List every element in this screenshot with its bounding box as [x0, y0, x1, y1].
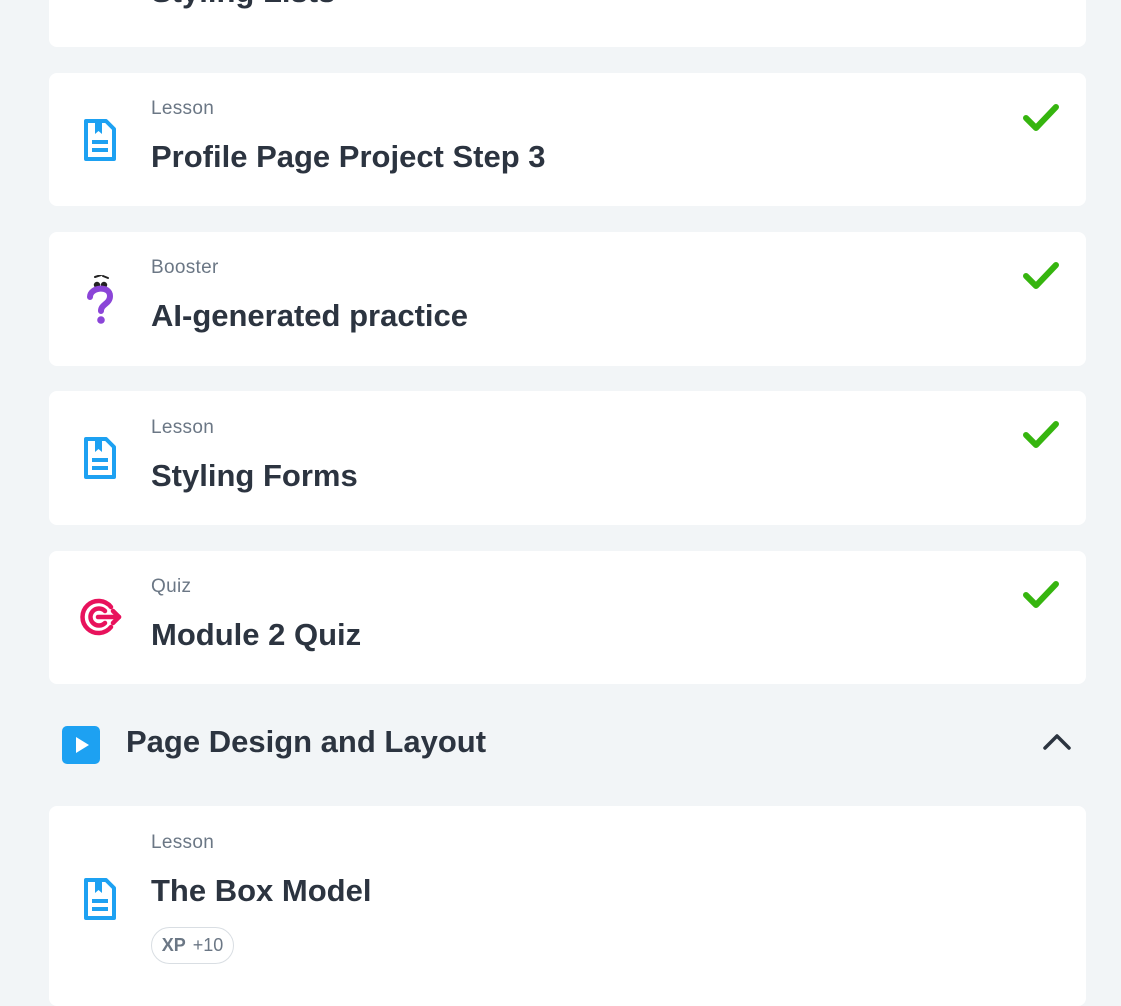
item-type: Quiz [151, 576, 192, 597]
play-icon [62, 726, 100, 769]
lesson-doc-icon [79, 118, 121, 167]
section-title: Page Design and Layout [126, 724, 487, 759]
item-title: Profile Page Project Step 3 [151, 139, 546, 174]
check-icon [1023, 420, 1059, 455]
check-icon [1023, 580, 1059, 615]
item-title: Module 2 Quiz [151, 617, 362, 652]
item-type: Booster [151, 257, 219, 278]
quiz-card[interactable]: Quiz Module 2 Quiz [49, 551, 1086, 684]
section-header[interactable]: Page Design and Layout [49, 706, 1086, 784]
check-icon [1023, 103, 1059, 138]
item-type: Lesson [151, 98, 215, 119]
lesson-card[interactable]: Lesson Profile Page Project Step 3 [49, 73, 1086, 206]
item-type: Lesson [151, 832, 215, 853]
lesson-card[interactable]: Lesson The Box Model XP +10 [49, 806, 1086, 1006]
item-title: Styling Lists [151, 0, 335, 10]
xp-badge: XP +10 [151, 927, 234, 964]
chevron-up-icon[interactable] [1042, 732, 1072, 757]
xp-value: +10 [192, 935, 224, 955]
lesson-doc-icon [79, 0, 121, 3]
xp-label: XP [161, 935, 186, 955]
question-mark-icon [83, 274, 119, 330]
lesson-doc-icon [79, 877, 121, 926]
item-title: Styling Forms [151, 458, 358, 493]
lesson-doc-icon [79, 436, 121, 485]
booster-card[interactable]: Booster AI-generated practice [49, 232, 1086, 366]
lesson-card[interactable]: Lesson Styling Forms [49, 391, 1086, 525]
check-icon [1023, 261, 1059, 296]
target-icon [79, 598, 123, 641]
lesson-card[interactable]: Styling Lists [49, 0, 1086, 47]
item-type: Lesson [151, 417, 215, 438]
item-title: The Box Model [151, 873, 372, 908]
item-title: AI-generated practice [151, 298, 468, 333]
